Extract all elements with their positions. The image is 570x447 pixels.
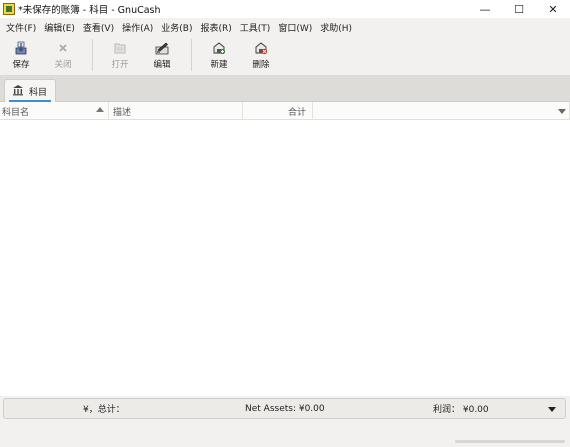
toolbar-separator (191, 39, 192, 71)
toolbar-separator (92, 39, 93, 71)
column-selector-button[interactable] (554, 102, 570, 120)
summary-currency-total: ¥，总计： (83, 405, 125, 415)
summary-expand-button[interactable] (548, 407, 556, 412)
new-label: 新建 (210, 59, 228, 70)
menu-bar: 文件(F) 编辑(E) 查看(V) 操作(A) 业务(B) 报表(R) 工具(T… (0, 18, 570, 36)
window-title: *未保存的账簿 - 科目 - GnuCash (18, 5, 161, 16)
column-total-label: 合计 (287, 107, 306, 118)
close-icon (56, 41, 70, 55)
new-account-icon (212, 41, 226, 55)
tab-strip: 科目 (0, 76, 570, 102)
column-account-name-label: 科目名 (2, 107, 30, 118)
column-description-label: 描述 (113, 107, 132, 118)
title-bar: *未保存的账簿 - 科目 - GnuCash — ☐ ✕ (0, 0, 570, 18)
summary-bar: ¥，总计： Net Assets: ¥0.00 利润： ¥0.00 (3, 398, 566, 419)
tree-header: 科目名 描述 合计 (0, 102, 570, 120)
open-label: 打开 (111, 59, 129, 70)
menu-business[interactable]: 业务(B) (157, 21, 196, 34)
close-tab-button[interactable]: 关闭 (44, 36, 82, 74)
menu-edit[interactable]: 编辑(E) (40, 21, 79, 34)
new-account-button[interactable]: 新建 (200, 36, 238, 74)
save-label: 保存 (12, 59, 30, 70)
delete-label: 删除 (252, 59, 270, 70)
menu-windows[interactable]: 窗口(W) (274, 21, 316, 34)
chevron-down-icon (557, 108, 566, 114)
accounts-icon (12, 84, 24, 99)
summary-net-assets: Net Assets: ¥0.00 (245, 403, 325, 414)
save-button[interactable]: 保存 (2, 36, 40, 74)
tab-accounts-label: 科目 (29, 87, 48, 98)
open-button[interactable]: 打开 (101, 36, 139, 74)
menu-file[interactable]: 文件(F) (2, 21, 40, 34)
menu-actions[interactable]: 操作(A) (118, 21, 157, 34)
column-header-filler (313, 102, 554, 120)
account-tree-pane: 科目名 描述 合计 (0, 102, 570, 396)
close-label: 关闭 (54, 59, 72, 70)
maximize-button[interactable]: ☐ (502, 0, 536, 18)
open-icon (113, 41, 127, 55)
summary-profit: 利润： ¥0.00 (433, 405, 489, 415)
gnucash-app-icon (3, 3, 15, 15)
account-tree-body[interactable] (0, 120, 570, 396)
delete-account-icon (254, 41, 268, 55)
menu-help[interactable]: 求助(H) (316, 21, 356, 34)
toolbar: 保存 关闭 打开 编辑 新建 删除 (0, 36, 570, 76)
column-header-account-name[interactable]: 科目名 (0, 102, 109, 120)
minimize-button[interactable]: — (468, 0, 502, 18)
save-icon (14, 41, 28, 55)
window-controls: — ☐ ✕ (468, 0, 570, 18)
menu-view[interactable]: 查看(V) (79, 21, 118, 34)
column-header-total[interactable]: 合计 (243, 102, 313, 120)
column-header-description[interactable]: 描述 (109, 102, 243, 120)
status-bar (0, 422, 570, 447)
edit-icon (155, 41, 169, 55)
menu-tools[interactable]: 工具(T) (236, 21, 275, 34)
sort-ascending-icon (96, 107, 104, 112)
tab-accounts[interactable]: 科目 (4, 79, 56, 102)
close-window-button[interactable]: ✕ (536, 0, 570, 18)
menu-reports[interactable]: 报表(R) (197, 21, 236, 34)
edit-button[interactable]: 编辑 (143, 36, 181, 74)
status-progress-bar (455, 440, 565, 443)
edit-label: 编辑 (153, 59, 171, 70)
delete-account-button[interactable]: 删除 (242, 36, 280, 74)
